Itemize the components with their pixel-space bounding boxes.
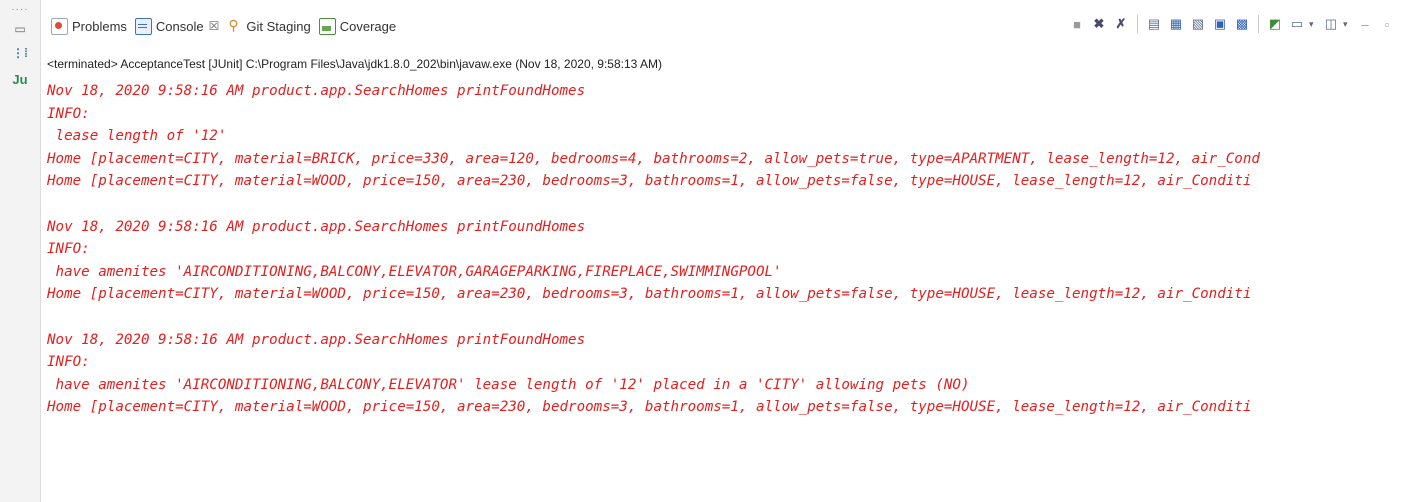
git-staging-icon — [227, 17, 242, 34]
type-hierarchy-icon[interactable]: ⋮⁞ — [0, 46, 40, 60]
tab-coverage[interactable]: Coverage — [317, 14, 402, 38]
pin-console-icon[interactable]: ◩ — [1265, 14, 1285, 34]
restore-view-icon[interactable]: ▭ — [0, 22, 40, 36]
console-line: INFO: — [47, 241, 90, 258]
console-line: have amenites 'AIRCONDITIONING,BALCONY,E… — [47, 263, 782, 280]
process-status-line: <terminated> AcceptanceTest [JUnit] C:\P… — [47, 57, 662, 71]
console-line: lease length of '12' — [47, 128, 227, 145]
tab-git-staging[interactable]: Git Staging — [225, 14, 316, 38]
open-console-icon[interactable]: ◫ — [1321, 14, 1341, 34]
clear-console-icon[interactable]: ▤ — [1144, 14, 1164, 34]
console-line: have amenites 'AIRCONDITIONING,BALCONY,E… — [47, 376, 970, 393]
tab-list: Problems Console ☒ Git Staging Coverage — [49, 13, 402, 39]
show-on-stderr-icon[interactable]: ▩ — [1232, 14, 1252, 34]
console-line: Home [placement=CITY, material=WOOD, pri… — [47, 173, 1252, 190]
console-toolbar: ■ ✖ ✗ ▤ ▦ ▧ ▣ ▩ ◩ ▭ ▾ ◫ ▾ – ▫ — [1067, 14, 1397, 34]
coverage-icon — [318, 17, 336, 35]
junit-icon[interactable]: Ju — [0, 72, 40, 87]
console-icon — [134, 17, 152, 35]
chevron-down-icon[interactable]: ▾ — [1343, 19, 1353, 30]
maximize-icon[interactable]: ▫ — [1377, 14, 1397, 34]
tab-console[interactable]: Console ☒ — [132, 14, 226, 38]
terminate-icon[interactable]: ■ — [1067, 14, 1087, 34]
minimize-icon[interactable]: – — [1355, 14, 1375, 34]
console-line: Nov 18, 2020 9:58:16 AM product.app.Sear… — [47, 83, 586, 99]
console-line: INFO: — [47, 105, 90, 122]
remove-launch-icon[interactable]: ✖ — [1089, 14, 1109, 34]
chevron-down-icon[interactable]: ▾ — [1309, 19, 1319, 30]
tab-problems[interactable]: Problems — [49, 14, 133, 38]
console-line: INFO: — [47, 354, 90, 371]
drag-handle-icon[interactable]: ···· — [0, 4, 40, 15]
close-icon[interactable]: ☒ — [209, 19, 220, 33]
left-trim-stack: ···· ▭ ⋮⁞ Ju — [0, 0, 41, 502]
problems-icon — [51, 17, 68, 35]
show-on-stdout-icon[interactable]: ▣ — [1210, 14, 1230, 34]
scroll-lock-icon[interactable]: ▦ — [1166, 14, 1186, 34]
tab-label: Console — [155, 18, 204, 34]
console-line: Nov 18, 2020 9:58:16 AM product.app.Sear… — [47, 331, 586, 348]
tab-label: Problems — [72, 18, 127, 34]
tab-label: Git Staging — [246, 18, 311, 34]
console-output[interactable]: Nov 18, 2020 9:58:16 AM product.app.Sear… — [47, 80, 1401, 502]
console-line: Nov 18, 2020 9:58:16 AM product.app.Sear… — [47, 218, 586, 235]
toolbar-separator — [1137, 15, 1138, 33]
toolbar-separator — [1258, 15, 1259, 33]
view-tab-bar: Problems Console ☒ Git Staging Coverage … — [41, 0, 1401, 42]
console-line: Home [placement=CITY, material=BRICK, pr… — [47, 150, 1260, 167]
display-selected-console-icon[interactable]: ▭ — [1287, 14, 1307, 34]
console-line: Home [placement=CITY, material=WOOD, pri… — [47, 399, 1252, 416]
remove-all-terminated-icon[interactable]: ✗ — [1111, 14, 1131, 34]
word-wrap-icon[interactable]: ▧ — [1188, 14, 1208, 34]
tab-label: Coverage — [339, 18, 397, 34]
console-line: Home [placement=CITY, material=WOOD, pri… — [47, 286, 1252, 303]
